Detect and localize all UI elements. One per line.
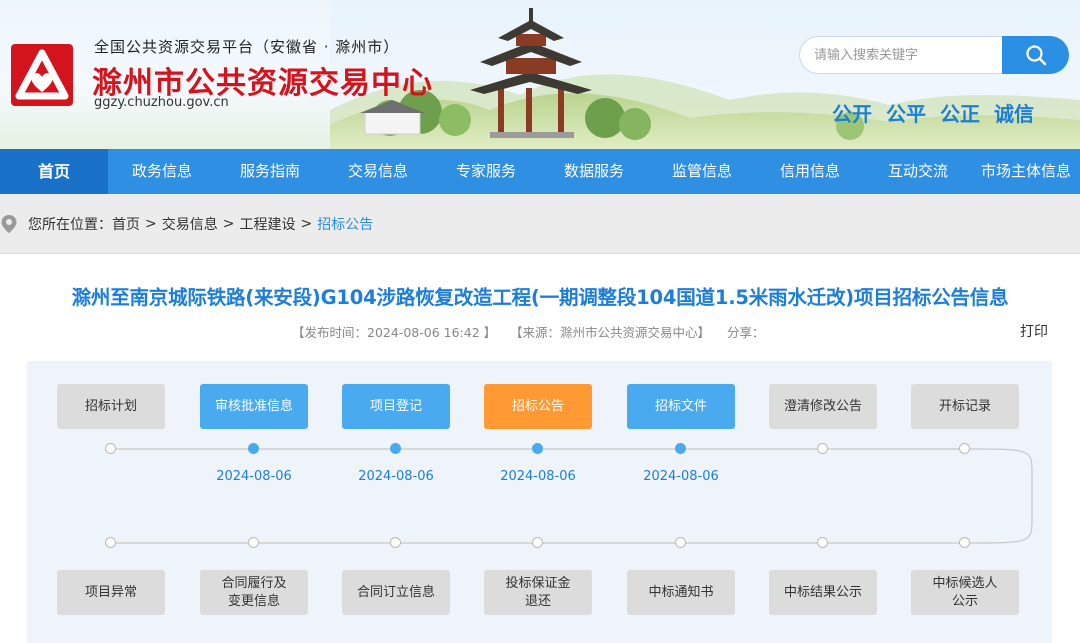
nav-item-supervision-info[interactable]: 监管信息 bbox=[648, 149, 756, 194]
location-pin-icon bbox=[1, 215, 17, 233]
step-marker bbox=[959, 443, 970, 454]
slogan-honest: 诚信 bbox=[994, 102, 1034, 126]
share-label: 分享： bbox=[727, 325, 765, 340]
step-marker bbox=[675, 537, 686, 548]
step-date: 2024-08-06 bbox=[500, 469, 576, 484]
site-domain: ggzy.chuzhou.gov.cn bbox=[94, 95, 229, 110]
step-date: 2024-08-06 bbox=[358, 469, 434, 484]
breadcrumb-bar: 您所在位置： 首页 > 交易信息 > 工程建设 > 招标公告 bbox=[0, 194, 1080, 254]
breadcrumb-prefix: 您所在位置： bbox=[28, 217, 112, 233]
nav-item-data-service[interactable]: 数据服务 bbox=[540, 149, 648, 194]
step-tender-documents[interactable]: 招标文件 bbox=[627, 384, 735, 429]
step-marker bbox=[248, 443, 259, 454]
nav-item-service-guide[interactable]: 服务指南 bbox=[216, 149, 324, 194]
step-marker bbox=[817, 537, 828, 548]
site-header: 全国公共资源交易平台（安徽省 · 滁州市） 滁州市公共资源交易中心 ggzy.c… bbox=[0, 0, 1080, 149]
breadcrumb-trade-info[interactable]: 交易信息 bbox=[162, 214, 218, 234]
step-marker bbox=[817, 443, 828, 454]
breadcrumb-separator: > bbox=[300, 216, 313, 232]
nav-item-expert-service[interactable]: 专家服务 bbox=[432, 149, 540, 194]
breadcrumb-home[interactable]: 首页 bbox=[112, 214, 140, 234]
nav-item-trade-info[interactable]: 交易信息 bbox=[324, 149, 432, 194]
nav-item-government-info[interactable]: 政务信息 bbox=[108, 149, 216, 194]
print-button[interactable]: 打印 bbox=[1020, 321, 1048, 341]
step-project-registration[interactable]: 项目登记 bbox=[342, 384, 450, 429]
nav-item-market-entity-info[interactable]: 市场主体信息 bbox=[972, 149, 1080, 194]
chuzhou-logo-icon bbox=[11, 44, 73, 106]
nav-item-interaction[interactable]: 互动交流 bbox=[864, 149, 972, 194]
step-date: 2024-08-06 bbox=[643, 469, 719, 484]
slogan-fair: 公平 bbox=[886, 102, 926, 126]
step-award-notice[interactable]: 中标通知书 bbox=[627, 570, 735, 615]
slogans: 公开 公平 公正 诚信 bbox=[832, 98, 1048, 127]
step-award-result[interactable]: 中标结果公示 bbox=[769, 570, 877, 615]
breadcrumb-separator: > bbox=[145, 216, 157, 232]
step-tender-notice[interactable]: 招标公告 bbox=[484, 384, 592, 429]
article-source: 【来源：滁州市公共资源交易中心】 bbox=[510, 325, 711, 340]
step-marker bbox=[105, 443, 116, 454]
search-icon bbox=[1025, 45, 1046, 66]
nav-item-home[interactable]: 首页 bbox=[0, 149, 108, 194]
step-marker bbox=[248, 537, 259, 548]
publish-time: 【发布时间：2024-08-06 16:42 】 bbox=[292, 325, 497, 340]
step-marker bbox=[675, 443, 686, 454]
step-marker bbox=[390, 537, 401, 548]
nav-item-credit-info[interactable]: 信用信息 bbox=[756, 149, 864, 194]
search-box bbox=[799, 36, 1069, 74]
platform-line: 全国公共资源交易平台（安徽省 · 滁州市） bbox=[94, 38, 400, 56]
step-marker bbox=[105, 537, 116, 548]
main-nav: 首页 政务信息 服务指南 交易信息 专家服务 数据服务 监管信息 信用信息 互动… bbox=[0, 149, 1080, 194]
step-marker bbox=[532, 443, 543, 454]
step-date: 2024-08-06 bbox=[216, 469, 292, 484]
step-project-exception[interactable]: 项目异常 bbox=[57, 570, 165, 615]
step-marker bbox=[390, 443, 401, 454]
step-tender-plan[interactable]: 招标计划 bbox=[57, 384, 165, 429]
step-approval-info[interactable]: 审核批准信息 bbox=[200, 384, 308, 429]
article-title: 滁州至南京城际铁路(来安段)G104涉路恢复改造工程(一期调整段104国道1.5… bbox=[71, 286, 1009, 309]
slogan-just: 公正 bbox=[940, 102, 980, 126]
slogan-open: 公开 bbox=[832, 102, 872, 126]
step-clarification-notice[interactable]: 澄清修改公告 bbox=[769, 384, 877, 429]
step-bid-opening-record[interactable]: 开标记录 bbox=[911, 384, 1019, 429]
step-contract-signing[interactable]: 合同订立信息 bbox=[342, 570, 450, 615]
step-marker bbox=[959, 537, 970, 548]
breadcrumb-construction[interactable]: 工程建设 bbox=[239, 214, 295, 234]
step-contract-performance[interactable]: 合同履行及 变更信息 bbox=[200, 570, 308, 615]
search-input[interactable] bbox=[799, 36, 1005, 74]
step-award-candidates[interactable]: 中标候选人 公示 bbox=[911, 570, 1019, 615]
process-flow-panel: 招标计划 审核批准信息 项目登记 招标公告 招标文件 澄清修改公告 开标记录 2… bbox=[27, 361, 1052, 643]
breadcrumb: 您所在位置： 首页 > 交易信息 > 工程建设 > 招标公告 bbox=[0, 214, 373, 234]
breadcrumb-separator: > bbox=[222, 216, 235, 232]
step-marker bbox=[532, 537, 543, 548]
search-button[interactable] bbox=[1002, 36, 1069, 74]
step-deposit-refund[interactable]: 投标保证金 退还 bbox=[484, 570, 592, 615]
breadcrumb-tender-notice[interactable]: 招标公告 bbox=[317, 214, 373, 234]
